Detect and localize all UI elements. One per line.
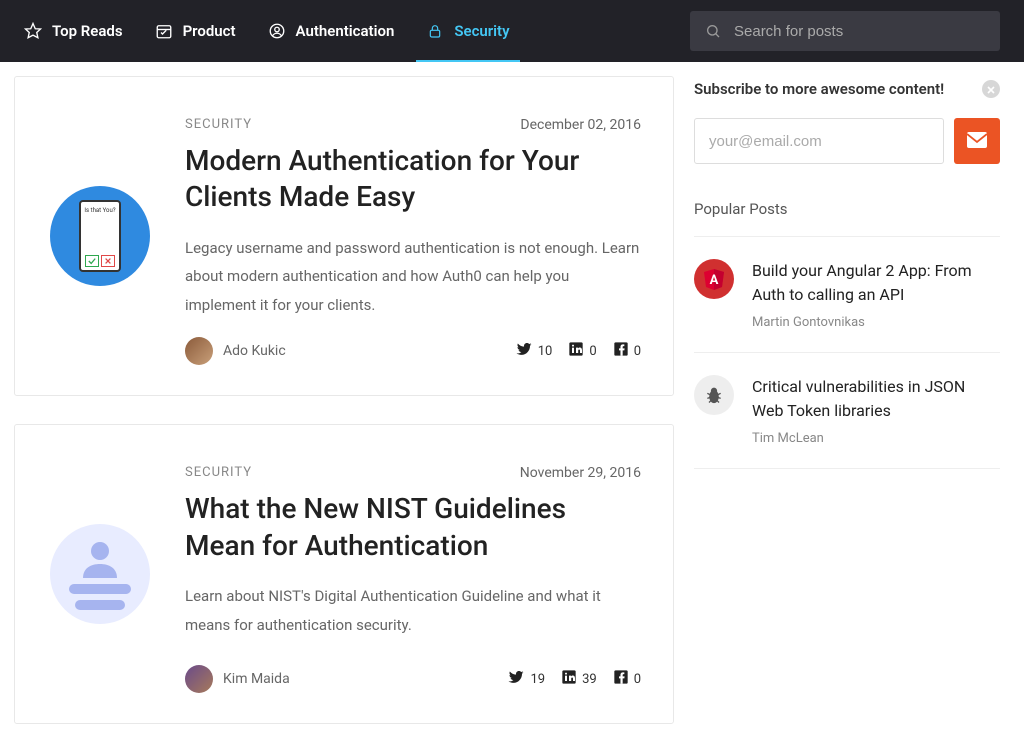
subscribe-button[interactable] bbox=[954, 118, 1000, 164]
post-card: Is that You? Security December 02, 2016 … bbox=[14, 76, 674, 396]
posts-list: Is that You? Security December 02, 2016 … bbox=[14, 76, 674, 724]
post-excerpt: Learn about NIST's Digital Authenticatio… bbox=[185, 582, 641, 639]
share-linkedin[interactable]: 39 bbox=[561, 669, 597, 689]
share-linkedin[interactable]: 0 bbox=[568, 341, 596, 361]
nav-label: Authentication bbox=[296, 22, 395, 40]
user-placeholder-icon bbox=[50, 524, 150, 624]
angular-icon: A bbox=[694, 259, 734, 299]
nav-item-top-reads[interactable]: Top Reads bbox=[24, 0, 123, 62]
linkedin-count: 39 bbox=[582, 672, 597, 687]
author-name: Kim Maida bbox=[223, 671, 290, 687]
close-icon bbox=[986, 80, 996, 99]
post-title[interactable]: Modern Authentication for Your Clients M… bbox=[185, 143, 641, 216]
sidebar: Subscribe to more awesome content! Popul… bbox=[690, 76, 1010, 469]
lock-icon bbox=[426, 22, 444, 40]
post-shares: 10 0 0 bbox=[515, 340, 641, 362]
popular-item-author: Martin Gontovnikas bbox=[752, 315, 1000, 330]
post-category[interactable]: Security bbox=[185, 465, 252, 481]
nav-item-product[interactable]: Product bbox=[155, 0, 236, 62]
twitter-count: 10 bbox=[538, 344, 553, 359]
twitter-icon bbox=[515, 340, 533, 362]
facebook-count: 0 bbox=[634, 344, 641, 359]
post-date: December 02, 2016 bbox=[520, 117, 641, 133]
post-card: Security November 29, 2016 What the New … bbox=[14, 424, 674, 724]
nav-label: Product bbox=[183, 22, 236, 40]
popular-item-title: Critical vulnerabilities in JSON Web Tok… bbox=[752, 375, 1000, 423]
phone-illustration-icon: Is that You? bbox=[50, 186, 150, 286]
post-thumbnail bbox=[15, 455, 185, 693]
linkedin-icon bbox=[561, 669, 577, 689]
bug-icon bbox=[694, 375, 734, 415]
calendar-icon bbox=[155, 22, 173, 40]
avatar bbox=[185, 337, 213, 365]
linkedin-icon bbox=[568, 341, 584, 361]
popular-posts-list: A Build your Angular 2 App: From Auth to… bbox=[694, 236, 1000, 469]
nav-item-authentication[interactable]: Authentication bbox=[268, 0, 395, 62]
popular-post-item[interactable]: Critical vulnerabilities in JSON Web Tok… bbox=[694, 352, 1000, 469]
post-thumbnail: Is that You? bbox=[15, 107, 185, 365]
nav-label: Top Reads bbox=[52, 22, 123, 40]
user-circle-icon bbox=[268, 22, 286, 40]
avatar bbox=[185, 665, 213, 693]
popular-post-item[interactable]: A Build your Angular 2 App: From Auth to… bbox=[694, 236, 1000, 352]
share-twitter[interactable]: 10 bbox=[515, 340, 553, 362]
navbar: Top Reads Product Authentication Securit… bbox=[0, 0, 1024, 62]
share-twitter[interactable]: 19 bbox=[507, 668, 545, 690]
author-name: Ado Kukic bbox=[223, 343, 286, 359]
post-date: November 29, 2016 bbox=[520, 465, 641, 481]
post-title[interactable]: What the New NIST Guidelines Mean for Au… bbox=[185, 491, 641, 564]
popular-posts-title: Popular Posts bbox=[694, 200, 1000, 218]
search-box[interactable] bbox=[690, 11, 1000, 51]
post-category[interactable]: Security bbox=[185, 117, 252, 133]
email-input[interactable] bbox=[694, 118, 944, 164]
facebook-icon bbox=[613, 669, 629, 689]
search-icon bbox=[704, 22, 722, 40]
svg-text:A: A bbox=[710, 273, 719, 288]
nav-label: Security bbox=[454, 22, 509, 40]
post-shares: 19 39 0 bbox=[507, 668, 641, 690]
share-facebook[interactable]: 0 bbox=[613, 669, 641, 689]
share-facebook[interactable]: 0 bbox=[613, 341, 641, 361]
mail-icon bbox=[967, 132, 987, 151]
facebook-icon bbox=[613, 341, 629, 361]
nav-item-security[interactable]: Security bbox=[426, 0, 509, 62]
post-author[interactable]: Kim Maida bbox=[185, 665, 290, 693]
linkedin-count: 0 bbox=[589, 344, 596, 359]
popular-item-title: Build your Angular 2 App: From Auth to c… bbox=[752, 259, 1000, 307]
post-author[interactable]: Ado Kukic bbox=[185, 337, 286, 365]
main-layout: Is that You? Security December 02, 2016 … bbox=[0, 62, 1024, 738]
close-subscribe-button[interactable] bbox=[982, 80, 1000, 98]
star-icon bbox=[24, 22, 42, 40]
twitter-count: 19 bbox=[530, 672, 545, 687]
popular-item-author: Tim McLean bbox=[752, 431, 1000, 446]
facebook-count: 0 bbox=[634, 672, 641, 687]
subscribe-title: Subscribe to more awesome content! bbox=[694, 80, 944, 98]
post-excerpt: Legacy username and password authenticat… bbox=[185, 234, 641, 320]
search-input[interactable] bbox=[734, 23, 986, 40]
twitter-icon bbox=[507, 668, 525, 690]
